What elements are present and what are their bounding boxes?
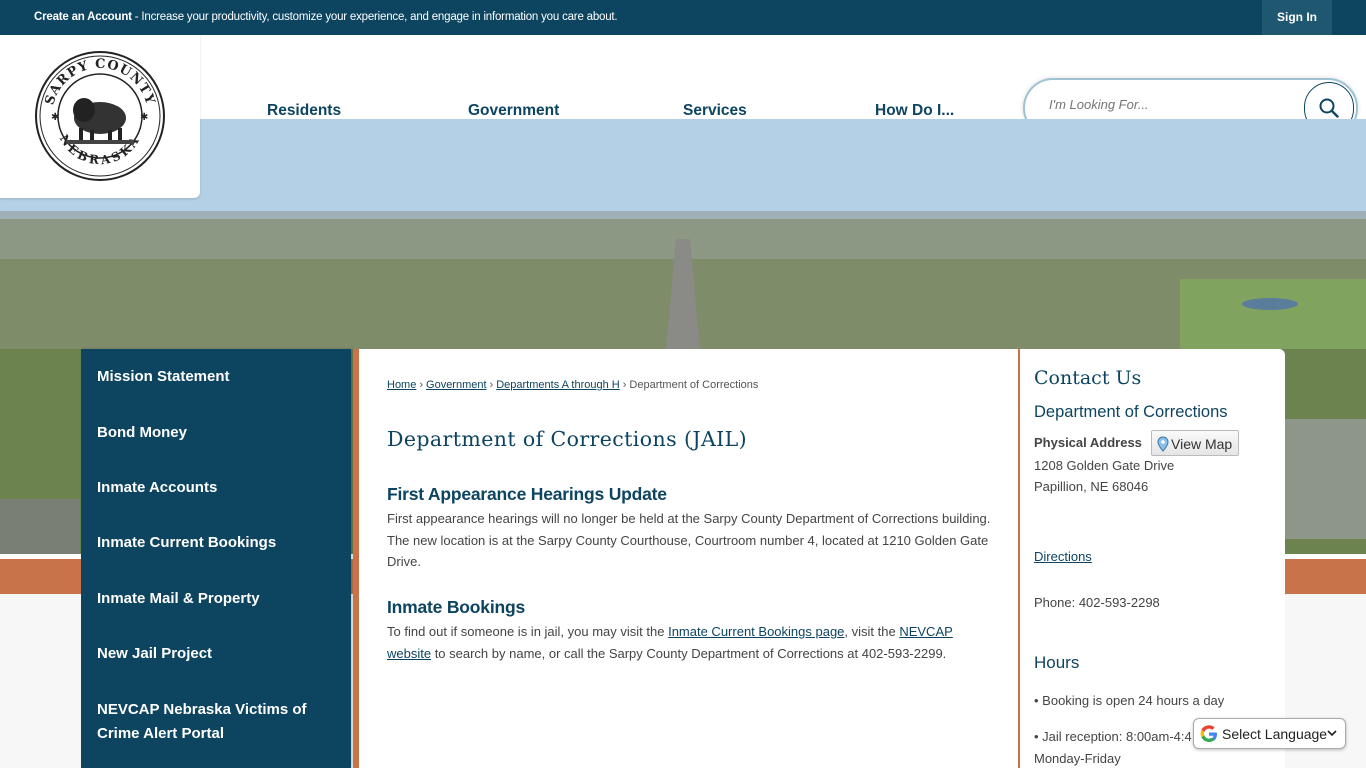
hours-booking: • Booking is open 24 hours a day: [1034, 693, 1225, 708]
account-bar: Create an Account - Increase your produc…: [0, 0, 1366, 35]
hours-days: Monday-Friday: [1034, 751, 1121, 766]
address-line-2: Papillion, NE 68046: [1034, 479, 1149, 494]
chevron-down-icon: [1327, 730, 1337, 737]
sidebar-item-mission-statement[interactable]: Mission Statement: [97, 365, 230, 389]
nav-residents[interactable]: Residents: [267, 102, 341, 120]
contact-panel: Contact Us Department of Corrections Phy…: [1018, 349, 1285, 768]
account-promo-text: - Increase your productivity, customize …: [131, 11, 618, 23]
create-account-link[interactable]: Create an Account: [34, 11, 132, 23]
view-map-button[interactable]: View Map: [1151, 430, 1239, 456]
sidebar-item-new-jail-project[interactable]: New Jail Project: [97, 642, 212, 666]
contact-us-heading: Contact Us: [1034, 367, 1142, 389]
hours-reception: • Jail reception: 8:00am-4:4: [1034, 729, 1192, 744]
site-header: Residents Government Services How Do I..…: [0, 35, 1366, 138]
contact-department-name: Department of Corrections: [1034, 403, 1228, 421]
search-icon: [1319, 98, 1339, 118]
section-heading-inmate-bookings: Inmate Bookings: [387, 597, 525, 617]
language-select-label: Select Language: [1222, 726, 1328, 742]
breadcrumb-separator: ›: [489, 379, 494, 391]
breadcrumb-government[interactable]: Government: [426, 379, 487, 391]
logo-container[interactable]: SARPY COUNTY NEBRASKA ✱ ✱: [0, 35, 200, 198]
sarpy-county-seal-logo: SARPY COUNTY NEBRASKA ✱ ✱: [35, 51, 165, 181]
page-title: Department of Corrections (JAIL): [387, 427, 748, 451]
sidebar-item-inmate-accounts[interactable]: Inmate Accounts: [97, 476, 217, 500]
bookings-text-pre: To find out if someone is in jail, you m…: [387, 624, 669, 639]
bookings-text-post: to search by name, or call the Sarpy Cou…: [431, 645, 947, 661]
sidebar-item-nevcap[interactable]: NEVCAP Nebraska Victims of Crime Alert P…: [97, 698, 307, 746]
breadcrumb-current: Department of Corrections: [629, 379, 759, 391]
breadcrumb-departments[interactable]: Departments A through H: [496, 379, 620, 391]
sign-in-button[interactable]: Sign In: [1262, 0, 1332, 35]
nav-services[interactable]: Services: [683, 102, 747, 120]
address-line-1: 1208 Golden Gate Drive: [1034, 458, 1175, 473]
section-heading-first-appearance: First Appearance Hearings Update: [387, 484, 667, 504]
section-text-inmate-bookings: To find out if someone is in jail, you m…: [387, 621, 992, 664]
sidebar-item-inmate-mail-property[interactable]: Inmate Mail & Property: [97, 587, 260, 611]
sidebar-item-nevcap-line2: Crime Alert Portal: [97, 725, 224, 742]
nav-how-do-i[interactable]: How Do I...: [875, 102, 954, 120]
account-message: Create an Account - Increase your produc…: [34, 11, 618, 23]
main-content: Home › Government › Departments A through H ›…: [353, 349, 1018, 768]
hours-heading: Hours: [1034, 653, 1080, 672]
directions-link[interactable]: Directions: [1034, 549, 1092, 564]
breadcrumb-home[interactable]: Home: [387, 379, 416, 391]
sidebar-item-inmate-current-bookings[interactable]: Inmate Current Bookings: [97, 531, 276, 555]
breadcrumb-separator: ›: [419, 379, 424, 391]
language-select[interactable]: Select Language: [1193, 718, 1346, 749]
contact-phone: Phone: 402-593-2298: [1034, 595, 1160, 610]
physical-address-label: Physical Address: [1034, 435, 1142, 450]
google-g-icon: [1200, 725, 1217, 742]
svg-text:✱: ✱: [51, 112, 59, 123]
sidebar-item-nevcap-line1: NEVCAP Nebraska Victims of: [97, 701, 307, 718]
view-map-label: View Map: [1171, 436, 1233, 452]
inmate-current-bookings-link[interactable]: Inmate Current Bookings page: [668, 624, 844, 639]
nav-government[interactable]: Government: [468, 102, 559, 120]
sidebar-item-bond-money[interactable]: Bond Money: [97, 421, 187, 445]
breadcrumb-separator: ›: [622, 379, 627, 391]
search-input[interactable]: [1049, 97, 1299, 112]
section-text-first-appearance: First appearance hearings will no longer…: [387, 511, 991, 569]
map-pin-icon: [1157, 436, 1169, 452]
department-sidebar-nav: Mission Statement Bond Money Inmate Acco…: [81, 349, 351, 768]
bookings-text-mid: , visit the: [844, 624, 900, 639]
breadcrumb: Home › Government › Departments A through H ›…: [387, 379, 758, 391]
svg-text:✱: ✱: [140, 112, 148, 123]
